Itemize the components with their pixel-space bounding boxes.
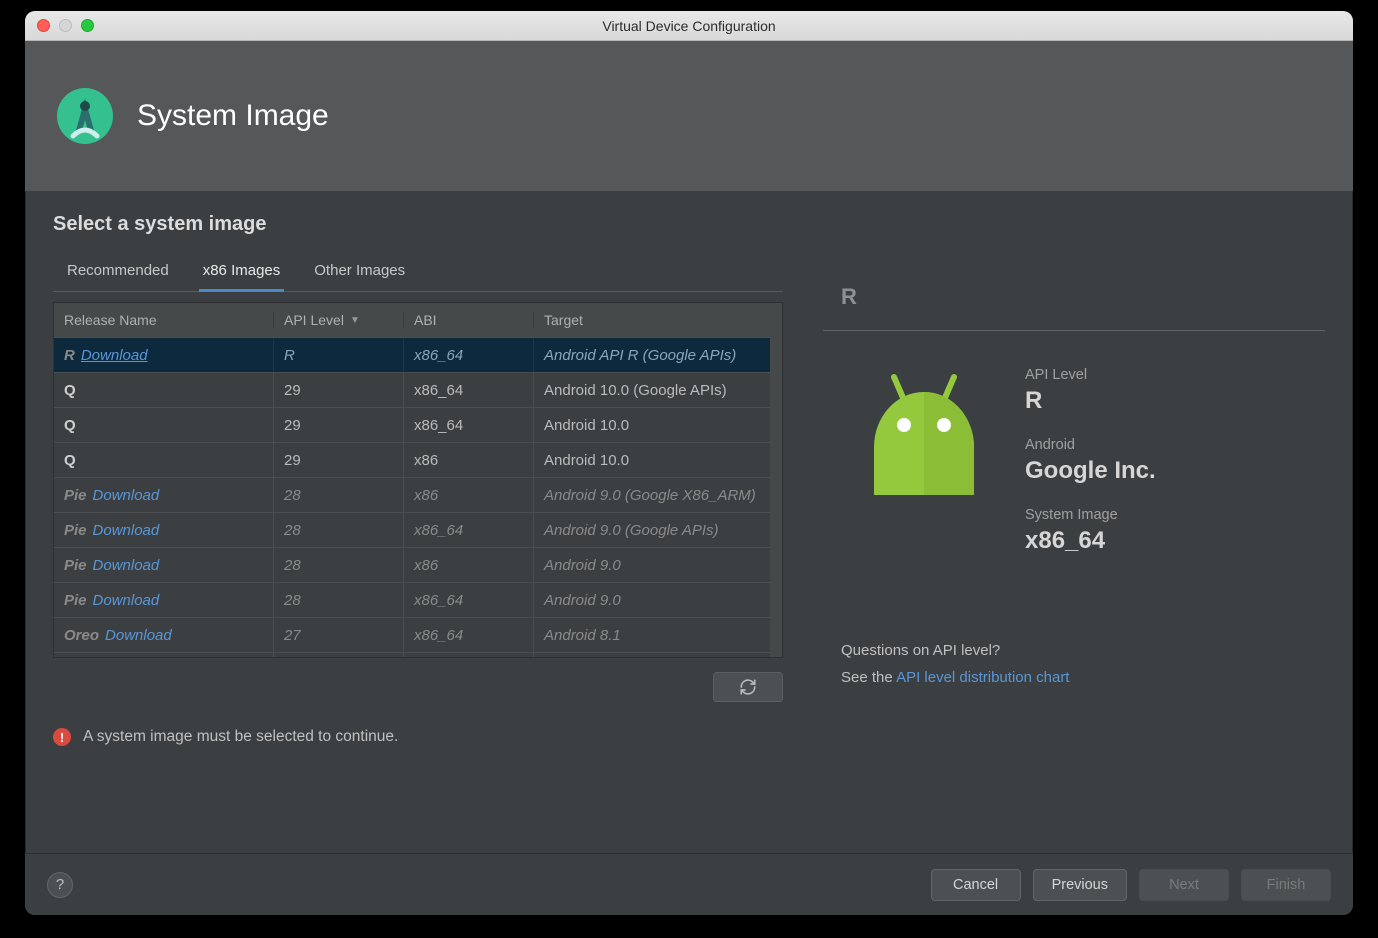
dialog-window: Virtual Device Configuration System Imag… xyxy=(25,11,1353,915)
api-level-label: API Level xyxy=(1025,367,1156,383)
titlebar: Virtual Device Configuration xyxy=(25,11,1353,41)
image-tabs: Recommended x86 Images Other Images xyxy=(53,256,783,292)
release-name: Q xyxy=(64,382,76,399)
system-image-value: x86_64 xyxy=(1025,527,1156,555)
col-target[interactable]: Target xyxy=(534,312,782,328)
cell-target: Android 9.0 xyxy=(534,583,770,617)
cancel-button[interactable]: Cancel xyxy=(931,869,1021,901)
page-header: System Image xyxy=(25,41,1353,191)
page-title: System Image xyxy=(137,99,329,133)
table-row xyxy=(54,652,770,657)
release-name: Q xyxy=(64,452,76,469)
release-name: Q xyxy=(64,417,76,434)
android-vendor-value: Google Inc. xyxy=(1025,457,1156,485)
cell-abi: x86_64 xyxy=(404,338,534,372)
table-header-row: Release Name API Level▼ ABI Target xyxy=(54,303,782,337)
cell-abi: x86_64 xyxy=(404,618,534,652)
table-row[interactable]: Pie Download 28x86_64Android 9.0 (Google A… xyxy=(54,512,770,547)
dialog-footer: ? Cancel Previous Next Finish xyxy=(25,853,1353,915)
error-icon: ! xyxy=(53,728,71,746)
page-body: Select a system image Recommended x86 Ima… xyxy=(25,191,1353,853)
api-level-value: R xyxy=(1025,387,1156,415)
cell-api: 29 xyxy=(274,373,404,407)
details-pane: R xyxy=(823,256,1325,746)
question-text: Questions on API level? xyxy=(841,637,1325,664)
download-link[interactable]: Download xyxy=(81,347,148,364)
cell-target: Android API R (Google APIs) xyxy=(534,338,770,372)
cell-api: 28 xyxy=(274,478,404,512)
cell-api: R xyxy=(274,338,404,372)
validation-warning: ! A system image must be selected to con… xyxy=(53,728,783,746)
table-row[interactable]: Oreo Download 27x86_64Android 8.1 xyxy=(54,617,770,652)
details-heading: R xyxy=(823,284,1325,331)
table-row[interactable]: Pie Download 28x86Android 9.0 xyxy=(54,547,770,582)
refresh-icon xyxy=(739,678,757,696)
finish-button: Finish xyxy=(1241,869,1331,901)
release-name: Pie xyxy=(64,592,87,609)
cell-api: 29 xyxy=(274,408,404,442)
release-name: Pie xyxy=(64,557,87,574)
table-body: RDownloadRx86_64Android API R (Google AP… xyxy=(54,337,782,657)
next-button: Next xyxy=(1139,869,1229,901)
download-link[interactable]: Download xyxy=(93,557,160,574)
download-link[interactable]: Download xyxy=(93,522,160,539)
details-list: API Level R Android Google Inc. System I… xyxy=(1025,367,1156,577)
table-row[interactable]: Pie Download 28x86_64Android 9.0 xyxy=(54,582,770,617)
distribution-chart-link[interactable]: API level distribution chart xyxy=(896,669,1069,686)
table-row[interactable]: Pie Download 28x86Android 9.0 (Google X86_… xyxy=(54,477,770,512)
cell-api: 27 xyxy=(274,618,404,652)
col-abi[interactable]: ABI xyxy=(404,312,534,328)
download-link[interactable]: Download xyxy=(105,627,172,644)
help-text: Questions on API level? See the API leve… xyxy=(823,637,1325,691)
tab-recommended[interactable]: Recommended xyxy=(63,256,173,291)
cell-target: Android 8.1 xyxy=(534,618,770,652)
cell-target: Android 9.0 (Google X86_ARM) xyxy=(534,478,770,512)
table-row[interactable]: Q 29x86_64Android 10.0 (Google APIs) xyxy=(54,372,770,407)
download-link[interactable]: Download xyxy=(93,592,160,609)
release-name: Oreo xyxy=(64,627,99,644)
cell-target: Android 10.0 (Google APIs) xyxy=(534,373,770,407)
window-title: Virtual Device Configuration xyxy=(25,18,1353,34)
android-robot-icon xyxy=(859,367,989,507)
tab-other-images[interactable]: Other Images xyxy=(310,256,409,291)
previous-button[interactable]: Previous xyxy=(1033,869,1127,901)
cell-target: Android 10.0 xyxy=(534,408,770,442)
cell-abi: x86_64 xyxy=(404,583,534,617)
android-studio-logo-icon xyxy=(55,86,115,146)
table-row[interactable]: Q 29x86Android 10.0 xyxy=(54,442,770,477)
cell-api: 28 xyxy=(274,583,404,617)
tab-x86-images[interactable]: x86 Images xyxy=(199,256,285,292)
warning-text: A system image must be selected to conti… xyxy=(83,728,398,746)
cell-api: 28 xyxy=(274,548,404,582)
download-link[interactable]: Download xyxy=(93,487,160,504)
refresh-button[interactable] xyxy=(713,672,783,702)
release-name: R xyxy=(64,347,75,364)
cell-abi: x86 xyxy=(404,548,534,582)
col-api-level[interactable]: API Level▼ xyxy=(274,312,404,328)
table-row[interactable]: R Download Rx86_64Android API R (Google AP… xyxy=(54,337,770,372)
cell-abi: x86_64 xyxy=(404,408,534,442)
table-row[interactable]: Q 29x86_64Android 10.0 xyxy=(54,407,770,442)
see-prefix: See the xyxy=(841,669,896,686)
cell-api: 28 xyxy=(274,513,404,547)
cell-abi: x86_64 xyxy=(404,513,534,547)
cell-abi: x86 xyxy=(404,443,534,477)
section-subtitle: Select a system image xyxy=(53,213,1325,236)
cell-target: Android 9.0 xyxy=(534,548,770,582)
left-pane: Recommended x86 Images Other Images Releas… xyxy=(53,256,783,746)
release-name: Pie xyxy=(64,522,87,539)
help-button[interactable]: ? xyxy=(47,872,73,898)
cell-target: Android 9.0 (Google APIs) xyxy=(534,513,770,547)
android-label: Android xyxy=(1025,437,1156,453)
cell-target: Android 10.0 xyxy=(534,443,770,477)
cell-api: 29 xyxy=(274,443,404,477)
system-image-table: Release Name API Level▼ ABI Target R Down… xyxy=(53,302,783,658)
release-name: Pie xyxy=(64,487,87,504)
sort-desc-icon: ▼ xyxy=(350,315,360,326)
system-image-label: System Image xyxy=(1025,507,1156,523)
cell-abi: x86 xyxy=(404,478,534,512)
cell-abi: x86_64 xyxy=(404,373,534,407)
col-release-name[interactable]: Release Name xyxy=(54,312,274,328)
